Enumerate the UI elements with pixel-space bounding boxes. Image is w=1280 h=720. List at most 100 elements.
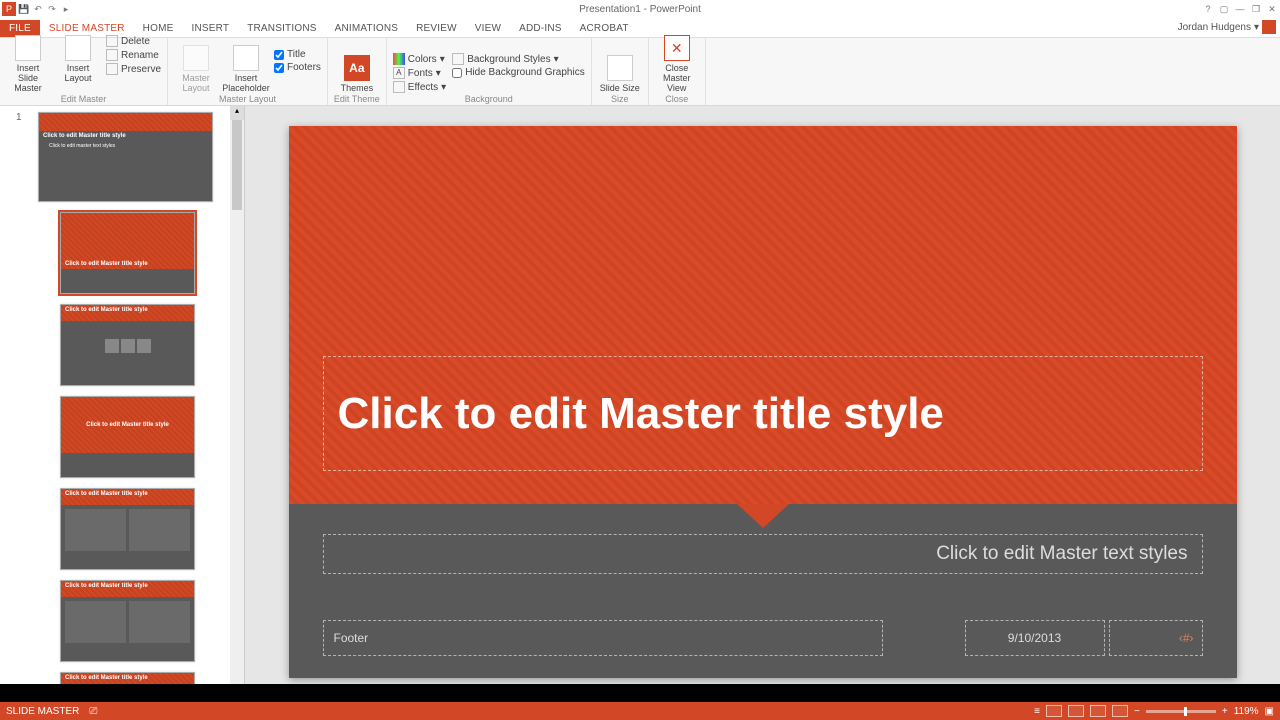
footers-checkbox[interactable]: Footers: [274, 62, 321, 73]
chevron-down-icon: ▾: [1254, 22, 1259, 33]
title-checkbox[interactable]: Title: [274, 49, 321, 60]
zoom-handle[interactable]: [1184, 707, 1187, 716]
layout-icon: [65, 35, 91, 61]
group-label: Close: [665, 94, 688, 104]
fonts-icon: A: [393, 67, 405, 79]
chevron-down-icon: ▾: [436, 68, 441, 79]
preserve-icon: [106, 63, 118, 75]
status-mode: SLIDE MASTER: [6, 706, 79, 717]
layout-thumbnail-6[interactable]: Click to edit Master title style: [60, 672, 195, 684]
qat-save-icon[interactable]: 💾: [18, 3, 30, 15]
insert-layout-button[interactable]: Insert Layout: [56, 33, 100, 83]
date-placeholder[interactable]: 9/10/2013: [965, 620, 1105, 656]
qat-start-icon[interactable]: ▸: [60, 3, 72, 15]
preserve-button[interactable]: Preserve: [106, 63, 161, 75]
comments-icon[interactable]: ≡: [1034, 706, 1040, 717]
account-name: Jordan Hudgens: [1178, 22, 1251, 33]
zoom-in-button[interactable]: +: [1222, 706, 1228, 717]
layout-thumbnail-5[interactable]: Click to edit Master title style: [60, 580, 195, 662]
slide-size-icon: [607, 55, 633, 81]
avatar: [1262, 20, 1276, 34]
sorter-view-button[interactable]: [1068, 705, 1084, 717]
master-layout-button[interactable]: Master Layout: [174, 43, 218, 93]
window-title: Presentation1 - PowerPoint: [579, 4, 701, 15]
group-label: Background: [465, 94, 513, 104]
ribbon-options-icon[interactable]: ▢: [1218, 3, 1230, 15]
tab-acrobat[interactable]: ACROBAT: [571, 20, 638, 37]
chevron-down-icon: ▾: [554, 54, 559, 65]
reading-view-button[interactable]: [1090, 705, 1106, 717]
tab-transitions[interactable]: TRANSITIONS: [238, 20, 325, 37]
slide-master-icon: [15, 35, 41, 61]
group-label: Edit Master: [61, 94, 107, 104]
qat-undo-icon[interactable]: ↶: [32, 3, 44, 15]
notch-shape: [737, 504, 789, 528]
ribbon-group-background: Colors ▾ AFonts ▾ Effects ▾ Background S…: [387, 38, 592, 105]
slide[interactable]: Click to edit Master title style Click t…: [289, 126, 1237, 678]
tab-insert[interactable]: INSERT: [182, 20, 238, 37]
letterbox: [0, 684, 1280, 702]
restore-icon[interactable]: ❐: [1250, 3, 1262, 15]
zoom-level[interactable]: 119%: [1234, 706, 1259, 717]
zoom-out-button[interactable]: −: [1134, 706, 1140, 717]
tab-view[interactable]: VIEW: [466, 20, 510, 37]
help-icon[interactable]: ?: [1202, 3, 1214, 15]
bg-styles-icon: [452, 53, 464, 65]
tab-animations[interactable]: ANIMATIONS: [326, 20, 407, 37]
ribbon-group-close: ✕ Close Master View Close: [649, 38, 706, 105]
window-titlebar: P 💾 ↶ ↷ ▸ Presentation1 - PowerPoint ? ▢…: [0, 0, 1280, 18]
normal-view-button[interactable]: [1046, 705, 1062, 717]
zoom-slider[interactable]: [1146, 710, 1216, 713]
status-bar: SLIDE MASTER ⎚ ≡ − + 119% ▣: [0, 702, 1280, 720]
master-thumbnail[interactable]: Click to edit Master title style Click t…: [38, 112, 213, 202]
ribbon-group-edit-theme: Aa Themes Edit Theme: [328, 38, 387, 105]
close-master-view-button[interactable]: ✕ Close Master View: [655, 33, 699, 93]
delete-button[interactable]: Delete: [106, 35, 161, 47]
master-layout-icon: [183, 45, 209, 71]
rename-icon: [106, 49, 118, 61]
effects-button[interactable]: Effects ▾: [393, 81, 446, 93]
fit-to-window-button[interactable]: ▣: [1265, 706, 1274, 717]
placeholder-icon: [233, 45, 259, 71]
layout-thumbnail-1[interactable]: Click to edit Master title style: [60, 212, 195, 294]
themes-button[interactable]: Aa Themes: [335, 53, 379, 93]
subtitle-placeholder[interactable]: Click to edit Master text styles: [323, 534, 1203, 574]
slide-canvas[interactable]: ➤ Click to edit Master title style Click…: [245, 106, 1280, 684]
layout-thumbnail-2[interactable]: Click to edit Master title style: [60, 304, 195, 386]
ribbon-group-master-layout: Master Layout Insert Placeholder Title F…: [168, 38, 328, 105]
thumb-number: 1: [16, 112, 22, 123]
app-icon: P: [2, 2, 16, 16]
tab-addins[interactable]: ADD-INS: [510, 20, 571, 37]
insert-slide-master-button[interactable]: Insert Slide Master: [6, 33, 50, 93]
chevron-down-icon: ▾: [441, 82, 446, 93]
account-user[interactable]: Jordan Hudgens ▾: [1178, 20, 1276, 34]
thumbnail-panel: ▴ 1 Click to edit Master title style Cli…: [0, 106, 245, 684]
close-icon: ✕: [664, 35, 690, 61]
minimize-icon[interactable]: —: [1234, 3, 1246, 15]
qat-redo-icon[interactable]: ↷: [46, 3, 58, 15]
ribbon-group-size: Slide Size Size: [592, 38, 649, 105]
hide-bg-checkbox[interactable]: Hide Background Graphics: [452, 67, 585, 78]
footer-placeholder[interactable]: Footer: [323, 620, 883, 656]
number-placeholder[interactable]: ‹#›: [1109, 620, 1203, 656]
layout-thumbnail-3[interactable]: Click to edit Master title style: [60, 396, 195, 478]
slideshow-view-button[interactable]: [1112, 705, 1128, 717]
rename-button[interactable]: Rename: [106, 49, 161, 61]
fonts-button[interactable]: AFonts ▾: [393, 67, 446, 79]
colors-icon: [393, 53, 405, 65]
slide-size-button[interactable]: Slide Size: [598, 53, 642, 93]
title-placeholder[interactable]: Click to edit Master title style: [323, 356, 1203, 471]
effects-icon: [393, 81, 405, 93]
group-label: Master Layout: [219, 94, 276, 104]
colors-button[interactable]: Colors ▾: [393, 53, 446, 65]
status-lang-icon[interactable]: ⎚: [89, 706, 97, 717]
close-window-icon[interactable]: ✕: [1266, 3, 1278, 15]
ribbon-group-edit-master: Insert Slide Master Insert Layout Delete…: [0, 38, 168, 105]
bg-styles-button[interactable]: Background Styles ▾: [452, 53, 585, 65]
layout-thumbnail-4[interactable]: Click to edit Master title style: [60, 488, 195, 570]
tab-review[interactable]: REVIEW: [407, 20, 466, 37]
insert-placeholder-button[interactable]: Insert Placeholder: [224, 43, 268, 93]
ribbon: Insert Slide Master Insert Layout Delete…: [0, 38, 1280, 106]
chevron-down-icon: ▾: [440, 54, 445, 65]
group-label: Edit Theme: [334, 94, 380, 104]
